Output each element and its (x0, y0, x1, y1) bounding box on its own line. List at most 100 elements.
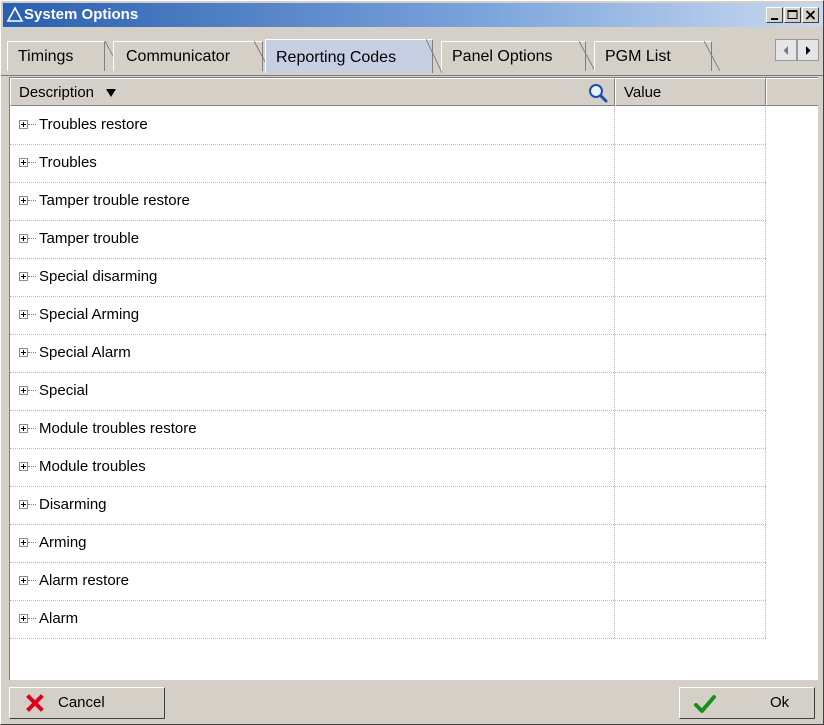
tree-connector (28, 466, 36, 467)
table-row[interactable]: Alarm (10, 601, 766, 639)
expand-plus-icon[interactable] (19, 424, 28, 433)
close-icon (805, 10, 816, 20)
row-label: Troubles (39, 154, 97, 171)
value-cell[interactable] (615, 411, 766, 448)
row-label: Disarming (39, 496, 107, 513)
description-cell[interactable]: Alarm restore (10, 563, 615, 600)
window-title: System Options (24, 6, 139, 23)
description-cell[interactable]: Special Arming (10, 297, 615, 334)
description-cell[interactable]: Disarming (10, 487, 615, 524)
description-cell[interactable]: Tamper trouble restore (10, 183, 615, 220)
tab-bar: Timings Communicator Reporting Codes Pan… (1, 27, 823, 76)
tab-pgm-list[interactable]: PGM List (594, 41, 712, 71)
value-cell[interactable] (615, 183, 766, 220)
system-options-window: System Options Timings Communicator Repo… (0, 0, 824, 725)
expand-plus-icon[interactable] (19, 576, 28, 585)
close-button[interactable] (802, 7, 819, 23)
description-cell[interactable]: Special Alarm (10, 335, 615, 372)
row-label: Module troubles restore (39, 420, 197, 437)
table-row[interactable]: Special (10, 373, 766, 411)
grid-rows: Troubles restore Troubles Tamper trouble r… (10, 107, 766, 639)
table-row[interactable]: Special Alarm (10, 335, 766, 373)
tree-connector (28, 200, 36, 201)
reporting-codes-grid: Description Value Troubles restore Troubl… (9, 77, 818, 680)
description-cell[interactable]: Special disarming (10, 259, 615, 296)
table-row[interactable]: Troubles restore (10, 107, 766, 145)
expand-plus-icon[interactable] (19, 120, 28, 129)
expand-plus-icon[interactable] (19, 158, 28, 167)
table-row[interactable]: Special disarming (10, 259, 766, 297)
row-label: Alarm restore (39, 572, 130, 589)
tab-scroll-left-button[interactable] (775, 39, 797, 61)
value-cell[interactable] (615, 525, 766, 562)
tree-connector (28, 124, 36, 125)
expand-plus-icon[interactable] (19, 310, 28, 319)
expand-plus-icon[interactable] (19, 462, 28, 471)
value-cell[interactable] (615, 335, 766, 372)
ok-button[interactable]: Ok (679, 687, 815, 719)
tree-connector (28, 238, 36, 239)
value-cell[interactable] (615, 487, 766, 524)
row-label: Arming (39, 534, 87, 551)
description-cell[interactable]: Tamper trouble (10, 221, 615, 258)
expand-plus-icon[interactable] (19, 538, 28, 547)
tab-timings[interactable]: Timings (7, 41, 105, 71)
value-cell[interactable] (615, 373, 766, 410)
value-cell[interactable] (615, 601, 766, 638)
tab-reporting-codes[interactable]: Reporting Codes (265, 39, 433, 73)
value-cell[interactable] (615, 221, 766, 258)
row-label: Tamper trouble restore (39, 192, 190, 209)
value-cell[interactable] (615, 107, 766, 144)
expand-plus-icon[interactable] (19, 234, 28, 243)
description-cell[interactable]: Troubles (10, 145, 615, 182)
description-cell[interactable]: Arming (10, 525, 615, 562)
expand-plus-icon[interactable] (19, 196, 28, 205)
green-check-icon (694, 695, 716, 713)
row-label: Special (39, 382, 89, 399)
value-cell[interactable] (615, 145, 766, 182)
value-cell[interactable] (615, 563, 766, 600)
expand-plus-icon[interactable] (19, 500, 28, 509)
description-cell[interactable]: Module troubles (10, 449, 615, 486)
table-row[interactable]: Tamper trouble (10, 221, 766, 259)
tab-edge-decoration (704, 41, 720, 71)
value-cell[interactable] (615, 297, 766, 334)
red-x-icon (26, 694, 44, 712)
search-icon[interactable] (587, 82, 609, 104)
tab-scroll-right-button[interactable] (797, 39, 819, 61)
tree-connector (28, 276, 36, 277)
title-bar[interactable]: System Options (3, 3, 823, 27)
table-row[interactable]: Arming (10, 525, 766, 563)
cancel-button[interactable]: Cancel (9, 687, 165, 719)
description-cell[interactable]: Module troubles restore (10, 411, 615, 448)
tab-panel-options[interactable]: Panel Options (441, 41, 586, 71)
expand-plus-icon[interactable] (19, 614, 28, 623)
row-label: Special Alarm (39, 344, 131, 361)
value-cell[interactable] (615, 449, 766, 486)
value-cell[interactable] (615, 259, 766, 296)
tab-communicator[interactable]: Communicator (113, 41, 263, 71)
tree-connector (28, 162, 36, 163)
maximize-button[interactable] (784, 7, 801, 23)
row-label: Alarm (39, 610, 79, 627)
arrow-right-icon (806, 46, 811, 55)
expand-plus-icon[interactable] (19, 386, 28, 395)
description-cell[interactable]: Special (10, 373, 615, 410)
description-cell[interactable]: Troubles restore (10, 107, 615, 144)
table-row[interactable]: Troubles (10, 145, 766, 183)
table-row[interactable]: Module troubles (10, 449, 766, 487)
description-cell[interactable]: Alarm (10, 601, 615, 638)
column-header-description[interactable]: Description (10, 78, 615, 106)
expand-plus-icon[interactable] (19, 272, 28, 281)
table-row[interactable]: Disarming (10, 487, 766, 525)
table-row[interactable]: Special Arming (10, 297, 766, 335)
table-row[interactable]: Alarm restore (10, 563, 766, 601)
arrow-left-icon (783, 46, 788, 55)
minimize-icon (771, 18, 778, 20)
expand-plus-icon[interactable] (19, 348, 28, 357)
column-header-filler (766, 78, 818, 106)
column-header-value[interactable]: Value (615, 78, 766, 106)
table-row[interactable]: Module troubles restore (10, 411, 766, 449)
table-row[interactable]: Tamper trouble restore (10, 183, 766, 221)
minimize-button[interactable] (766, 7, 783, 23)
